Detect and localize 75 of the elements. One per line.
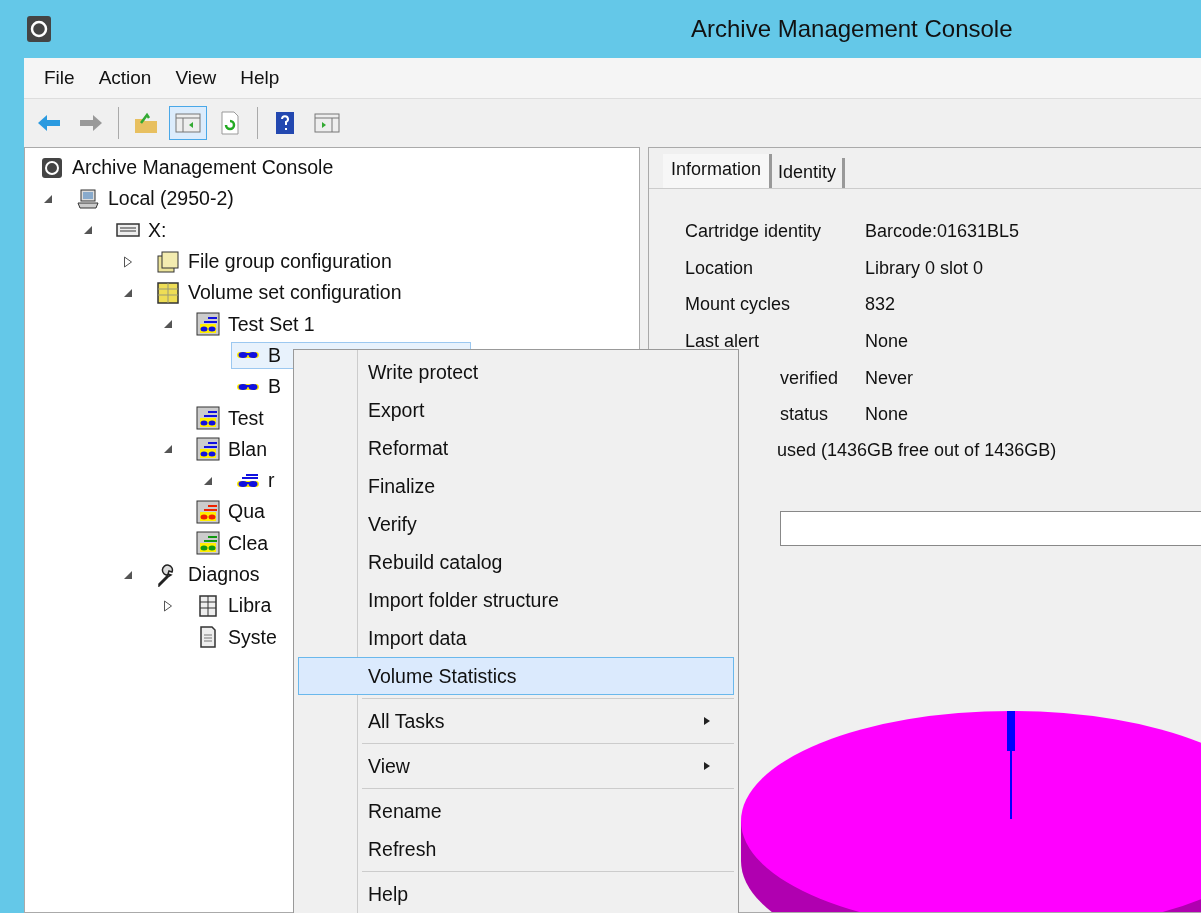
expanded-arrow-icon[interactable]	[43, 193, 53, 204]
expanded-arrow-icon[interactable]	[203, 475, 213, 486]
field-value: None	[865, 330, 909, 352]
context-menu-item[interactable]: Finalize	[298, 467, 734, 505]
field-label: Mount cycles	[685, 294, 792, 316]
tape-icon	[236, 351, 260, 360]
action-pane-icon	[314, 111, 340, 135]
computer-icon	[76, 186, 100, 211]
app-icon	[25, 14, 53, 44]
context-menu-item[interactable]: Refresh	[298, 830, 734, 868]
tree-item[interactable]: Syste	[191, 623, 282, 652]
collapsed-arrow-icon[interactable]	[163, 599, 173, 612]
tree-item[interactable]: Local (2950-2)	[71, 184, 239, 213]
tape-set-icon	[196, 531, 220, 556]
context-menu-item[interactable]: Write protect	[298, 353, 734, 391]
tree-item[interactable]: Test	[191, 404, 269, 432]
console-icon	[40, 155, 64, 180]
context-menu-item[interactable]: Reformat	[298, 429, 734, 467]
tab[interactable]: Information	[663, 154, 773, 188]
field-label: Cartridge identity	[685, 220, 823, 242]
context-menu-item[interactable]: Volume Statistics	[298, 657, 734, 695]
tape-set-icon	[196, 312, 220, 337]
tree-item[interactable]: Diagnos	[151, 560, 265, 589]
tree-item[interactable]: X:	[111, 216, 172, 245]
menu-item[interactable]: File	[32, 63, 87, 93]
tape-icon	[236, 473, 260, 488]
context-menu-item[interactable]: All Tasks	[298, 702, 734, 740]
field-value: Library 0 slot 0	[865, 257, 984, 279]
field-label: status	[779, 404, 830, 426]
field-value: None	[865, 404, 909, 426]
tree-item[interactable]: B	[231, 373, 286, 401]
tree-item[interactable]: Test Set 1	[191, 310, 320, 339]
tree-item[interactable]: Qua	[191, 497, 270, 526]
tree-item[interactable]: File group configuration	[151, 247, 397, 276]
context-menu-item[interactable]: Export	[298, 391, 734, 429]
tree-item[interactable]: Blan	[191, 435, 273, 464]
context-menu-item[interactable]: View	[298, 747, 734, 785]
context-menu-item[interactable]: Import data	[298, 619, 734, 657]
context-menu-item[interactable]: Help	[298, 875, 734, 913]
tree-item[interactable]: Volume set configuration	[151, 278, 407, 307]
context-menu-item[interactable]: Rename	[298, 792, 734, 830]
window-title: Archive Management Console	[691, 15, 1013, 43]
expanded-arrow-icon[interactable]	[123, 287, 133, 298]
context-menu-item[interactable]: Verify	[298, 505, 734, 543]
field-value: Barcode:01631BL5	[865, 220, 1020, 242]
expanded-arrow-icon[interactable]	[163, 444, 173, 455]
tree-item[interactable]: Libra	[191, 591, 277, 620]
field-value: Never	[865, 367, 913, 389]
field-label: Location	[685, 257, 755, 279]
tape-icon	[236, 382, 260, 391]
tape-set-icon	[196, 406, 220, 430]
expanded-arrow-icon[interactable]	[163, 319, 173, 330]
folders-icon	[156, 249, 180, 274]
usage-text: used (1436GB free out of 1436GB)	[777, 438, 1058, 462]
tab[interactable]: Identity	[772, 158, 846, 188]
tree-item[interactable]: Clea	[191, 529, 274, 558]
folder-icon	[133, 111, 159, 135]
menu-item[interactable]: Help	[228, 63, 292, 93]
console-tree-icon	[175, 111, 201, 135]
tape-set-icon	[196, 499, 220, 524]
tape-set-icon	[196, 437, 220, 462]
field-label: verified	[779, 367, 840, 389]
cabinet-icon	[196, 593, 220, 618]
grid-icon	[156, 280, 180, 305]
tree-item[interactable]: Archive Management Console	[35, 153, 339, 182]
menu-item[interactable]: Action	[86, 63, 164, 93]
collapsed-arrow-icon[interactable]	[123, 255, 133, 268]
expanded-arrow-icon[interactable]	[83, 225, 93, 236]
context-menu-item[interactable]: Rebuild catalog	[298, 543, 734, 581]
expanded-arrow-icon[interactable]	[123, 569, 133, 580]
field-value: 832	[865, 294, 896, 316]
menu-item[interactable]: View	[163, 63, 229, 93]
context-menu-item[interactable]: Import folder structure	[298, 581, 734, 619]
tree-item[interactable]: r	[231, 467, 280, 495]
field-label: Last alert	[685, 330, 761, 352]
